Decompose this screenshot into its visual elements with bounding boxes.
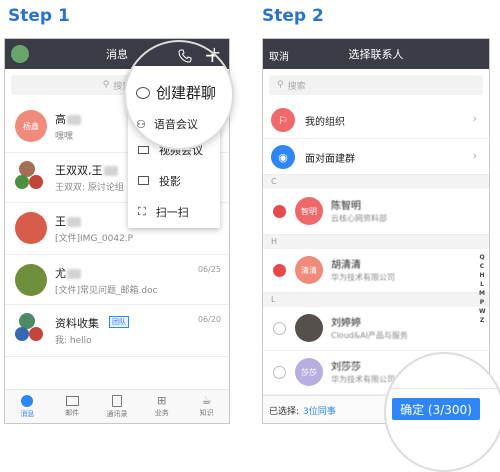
tab-label: 邮件 xyxy=(65,408,80,417)
page-title: 选择联系人 xyxy=(348,48,404,61)
menu-label: 创建群聊 xyxy=(156,84,217,102)
call-icon xyxy=(178,48,192,67)
contact-row[interactable]: 清清 胡清清 华为技术有限公司 xyxy=(263,249,489,293)
menu-label: 扫一扫 xyxy=(155,205,189,219)
video-icon xyxy=(138,145,149,154)
checkbox-unchecked[interactable] xyxy=(273,322,286,335)
contact-name: 刘婷婷 xyxy=(331,318,361,329)
magnifier: 确定 (3/300) xyxy=(384,352,500,472)
team-badge: 团队 xyxy=(109,316,129,328)
chevron-right-icon: › xyxy=(472,112,477,125)
tab-mail[interactable]: 邮件 xyxy=(50,390,95,423)
contact-department: 华为技术有限公司 xyxy=(331,375,395,384)
checkbox-unchecked[interactable] xyxy=(273,366,286,379)
grid-icon: ⊞ xyxy=(157,394,167,407)
avatar xyxy=(15,175,29,189)
step1-label: Step 1 xyxy=(8,6,70,26)
avatar: 杨鑫 xyxy=(15,110,47,142)
avatar: 清清 xyxy=(295,256,323,284)
row-label: 我的组织 xyxy=(305,117,345,128)
cast-icon xyxy=(138,176,149,185)
contact-name: 资料收集 xyxy=(55,317,99,330)
contact-name: 王 xyxy=(55,215,66,228)
avatar: 莎莎 xyxy=(295,358,323,386)
contacts-icon xyxy=(111,394,122,407)
confirm-button[interactable]: 确定 (3/300) xyxy=(392,398,480,420)
person-icon: ⚇ xyxy=(136,117,146,131)
contact-name: 高 xyxy=(55,113,66,126)
row-label: 面对面建群 xyxy=(305,154,355,165)
tab-business[interactable]: ⊞ 业务 xyxy=(139,390,184,423)
search-icon: ⚲ xyxy=(102,80,110,90)
tab-label: 通讯录 xyxy=(106,409,128,418)
chat-bubble-icon xyxy=(136,86,150,99)
tab-knowledge[interactable]: ☕ 知识 xyxy=(184,390,229,423)
message-preview: [文件]常见问题_邮箱.doc xyxy=(55,286,158,296)
conversation-item[interactable]: 尤 [文件]常见问题_邮箱.doc 06/25 xyxy=(5,255,229,305)
chat-icon xyxy=(21,394,34,407)
avatar xyxy=(15,264,47,296)
selected-count-link[interactable]: 3位同事 xyxy=(303,404,336,417)
search-bar[interactable]: ⚲ 搜索 xyxy=(269,75,483,95)
menu-projection[interactable]: 投影 xyxy=(128,165,220,196)
contact-name: 尤 xyxy=(55,267,66,280)
message-date: 06/25 xyxy=(197,265,221,274)
face-to-face-row[interactable]: ◉ 面对面建群 › xyxy=(263,139,489,175)
org-icon: ⚐ xyxy=(271,108,295,132)
tab-label: 业务 xyxy=(154,409,169,417)
contact-department: 云核心网资料部 xyxy=(331,214,387,223)
section-header: H xyxy=(263,235,489,249)
my-organization-row[interactable]: ⚐ 我的组织 › xyxy=(263,101,489,139)
contact-department: 华为技术有限公司 xyxy=(331,273,395,282)
alphabet-index[interactable]: Q C H L M P W Z xyxy=(479,253,486,325)
tab-contacts[interactable]: 通讯录 xyxy=(95,390,140,423)
scan-icon: ⛶ xyxy=(138,204,146,218)
avatar xyxy=(29,175,43,189)
contact-row[interactable]: 刘婷婷 Cloud&AI产品与服务 xyxy=(263,307,489,351)
menu-label: 投影 xyxy=(159,174,181,188)
menu-create-group-magnified[interactable]: 创建群聊 xyxy=(136,82,216,103)
menu-voice-meeting-magnified: ⚇ 语音会议 xyxy=(136,117,198,132)
search-placeholder: 搜索 xyxy=(287,81,306,92)
section-header: L xyxy=(263,293,489,307)
contact-name: 陈智明 xyxy=(331,201,361,212)
magnifier: + 创建群聊 ⚇ 语音会议 xyxy=(124,40,234,150)
message-preview: [文件]IMG_0042.P xyxy=(55,234,134,244)
mail-icon xyxy=(65,395,79,406)
search-icon: ⚲ xyxy=(277,80,284,90)
message-preview: 王双双: 原讨论组 xyxy=(55,183,124,193)
checkbox-checked[interactable] xyxy=(273,205,286,218)
contact-name: 胡清清 xyxy=(331,260,361,271)
tab-messages[interactable]: 消息 xyxy=(5,390,50,423)
section-header: C xyxy=(263,175,489,189)
message-preview: 嘿嘿 xyxy=(55,132,74,142)
message-date: 06/20 xyxy=(197,315,221,324)
contact-name: 王双双,王 xyxy=(55,164,103,177)
message-preview: 我: hello xyxy=(55,336,92,346)
contact-department: Cloud&AI产品与服务 xyxy=(331,331,408,340)
avatar xyxy=(29,327,43,341)
avatar xyxy=(15,327,29,341)
contact-row[interactable]: 智明 陈智明 云核心网资料部 xyxy=(263,189,489,235)
avatar xyxy=(15,212,47,244)
add-icon: + xyxy=(204,43,221,67)
chevron-right-icon: › xyxy=(472,149,477,162)
conversation-item[interactable]: 资料收集 团队 我: hello 06/20 xyxy=(5,305,229,357)
cup-icon: ☕ xyxy=(201,394,212,407)
contact-name: 刘莎莎 xyxy=(331,362,361,373)
tab-label: 消息 xyxy=(20,409,35,418)
tab-bar: 消息 邮件 通讯录 ⊞ 业务 ☕ 知识 xyxy=(5,389,229,423)
checkbox-checked[interactable] xyxy=(273,264,286,277)
selected-label: 已选择: xyxy=(269,407,300,417)
tab-label: 知识 xyxy=(199,409,214,417)
avatar: 智明 xyxy=(295,197,323,225)
avatar xyxy=(295,314,323,342)
top-bar: 取消 选择联系人 xyxy=(263,39,489,69)
step2-label: Step 2 xyxy=(262,6,324,26)
menu-scan[interactable]: ⛶ 扫一扫 xyxy=(128,196,220,227)
signal-icon: ◉ xyxy=(271,145,295,169)
